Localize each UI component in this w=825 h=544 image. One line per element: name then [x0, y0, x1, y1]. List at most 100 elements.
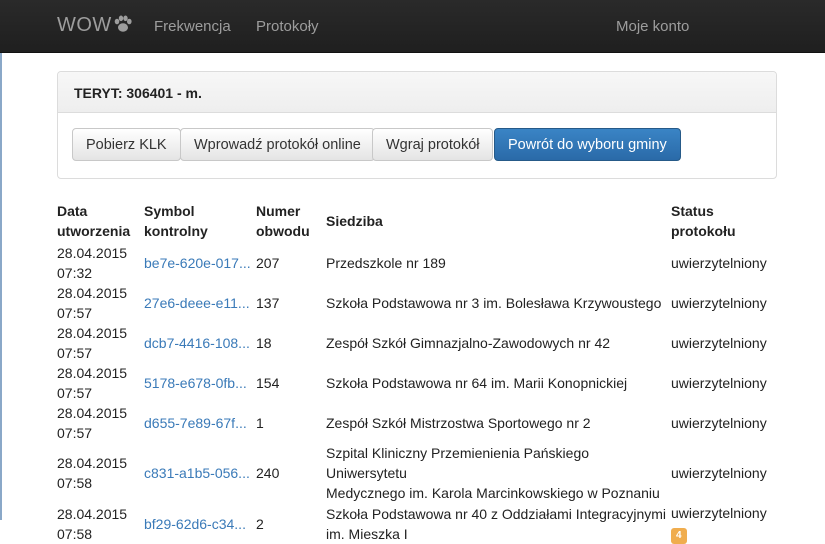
cell-date-day: 28.04.2015	[57, 455, 128, 471]
cell-symbol-link[interactable]: dcb7-4416-108...	[144, 323, 256, 363]
paw-icon	[113, 15, 133, 39]
nav-my-account[interactable]: Moje konto	[616, 18, 689, 35]
table-header-row: Data utworzenia Symbol kontrolny Numer obwo…	[57, 197, 781, 243]
cell-status: uwierzytelniony	[671, 283, 781, 323]
cell-date: 28.04.2015 07:57	[57, 323, 144, 363]
table-row: 28.04.2015 07:57 d655-7e89-67f... 1 Zespół S…	[57, 403, 781, 443]
cell-seat-line: Medycznego im. Karola Marcinkowskiego w …	[326, 485, 660, 501]
cell-date: 28.04.2015 07:57	[57, 403, 144, 443]
cell-symbol-link[interactable]: 27e6-deee-e11...	[144, 283, 256, 323]
download-klk-button[interactable]: Pobierz KLK	[72, 128, 181, 161]
cell-status-text: uwierzytelniony	[671, 295, 767, 311]
back-to-municipality-button[interactable]: Powrót do wyboru gminy	[494, 128, 681, 161]
cell-date: 28.04.2015 07:57	[57, 363, 144, 403]
cell-status-text: uwierzytelniony	[671, 255, 767, 271]
cell-number: 18	[256, 335, 272, 351]
cell-status: uwierzytelniony 4	[671, 503, 781, 544]
top-navbar: WOW Frekwencja Protokoły Moje konto	[0, 0, 825, 53]
nav-frekwencja[interactable]: Frekwencja	[154, 18, 231, 35]
cell-date-time: 07:58	[57, 525, 93, 542]
header-status-line1: Status	[671, 203, 714, 219]
cell-symbol-link[interactable]: 5178-e678-0fb...	[144, 363, 256, 403]
cell-seat-line: Szpital Kliniczny Przemienienia Pańskieg…	[326, 445, 590, 481]
header-status: Status protokołu	[671, 197, 781, 243]
cell-seat: Szkoła Podstawowa nr 3 im. Bolesława Krz…	[326, 283, 671, 323]
cell-date-day: 28.04.2015	[57, 245, 128, 261]
table-row: 28.04.2015 07:58 bf29-62d6-c34... 2 Szkoła P…	[57, 503, 781, 544]
cell-status-text: uwierzytelniony	[671, 375, 767, 391]
cell-number: 154	[256, 375, 280, 391]
cell-date-time: 07:57	[57, 345, 93, 361]
cell-seat-line: im. Mieszka I	[326, 525, 408, 542]
header-number: Numer obwodu	[256, 197, 326, 243]
cell-seat: Zespół Szkół Mistrzostwa Sportowego nr 2	[326, 403, 671, 443]
header-date: Data utworzenia	[57, 197, 144, 243]
cell-status: uwierzytelniony	[671, 323, 781, 363]
nav-protokoly[interactable]: Protokoły	[256, 18, 319, 35]
header-symbol-line1: Symbol	[144, 203, 195, 219]
enter-protocol-online-button[interactable]: Wprowadź protokół online	[180, 128, 375, 161]
cell-date-day: 28.04.2015	[57, 405, 128, 421]
cell-number: 2	[256, 515, 264, 532]
cell-date-time: 07:57	[57, 385, 93, 401]
cell-date: 28.04.2015 07:58	[57, 503, 144, 544]
header-number-line2: obwodu	[256, 223, 310, 239]
cell-seat-line: Zespół Szkół Gimnazjalno-Zawodowych nr 4…	[326, 335, 611, 351]
header-number-line1: Numer	[256, 203, 301, 219]
cell-seat: Szkoła Podstawowa nr 64 im. Marii Konopn…	[326, 363, 671, 403]
cell-symbol-link[interactable]: be7e-620e-017...	[144, 243, 256, 283]
table-row: 28.04.2015 07:58 c831-a1b5-056... 240 Szpita…	[57, 443, 781, 503]
cell-date-time: 07:58	[57, 475, 93, 491]
header-symbol-line2: kontrolny	[144, 223, 208, 239]
table-row: 28.04.2015 07:32 be7e-620e-017... 207 Przeds…	[57, 243, 781, 283]
cell-seat-line: Szkoła Podstawowa nr 3 im. Bolesława Krz…	[326, 295, 662, 311]
header-status-line2: protokołu	[671, 223, 736, 239]
cell-date-day: 28.04.2015	[57, 365, 128, 381]
protocols-table: Data utworzenia Symbol kontrolny Numer obwo…	[57, 197, 781, 544]
brand-logo[interactable]: WOW	[57, 14, 133, 39]
cell-number: 207	[256, 255, 280, 271]
cell-seat: Przedszkole nr 189	[326, 243, 671, 283]
cell-status: uwierzytelniony	[671, 363, 781, 403]
cell-seat: Szpital Kliniczny Przemienienia Pańskieg…	[326, 443, 671, 503]
cell-seat-line: Przedszkole nr 189	[326, 255, 446, 271]
cell-symbol-link[interactable]: c831-a1b5-056...	[144, 443, 256, 503]
cell-seat: Zespół Szkół Gimnazjalno-Zawodowych nr 4…	[326, 323, 671, 363]
cell-status-text: uwierzytelniony	[671, 415, 767, 431]
panel-header: TERYT: 306401 - m.	[58, 72, 776, 113]
header-seat: Siedziba	[326, 213, 383, 229]
table-row: 28.04.2015 07:57 27e6-deee-e11... 137 Szkoła…	[57, 283, 781, 323]
cell-seat: Szkoła Podstawowa nr 40 z Oddziałami Int…	[326, 503, 671, 544]
cell-date-day: 28.04.2015	[57, 325, 128, 341]
header-date-line2: utworzenia	[57, 223, 131, 239]
window-edge	[0, 0, 2, 520]
cell-status: uwierzytelniony	[671, 243, 781, 283]
cell-date: 28.04.2015 07:32	[57, 243, 144, 283]
cell-date-time: 07:32	[57, 265, 93, 281]
table-row: 28.04.2015 07:57 5178-e678-0fb... 154 Szkoła…	[57, 363, 781, 403]
cell-date-time: 07:57	[57, 425, 93, 441]
cell-number: 1	[256, 415, 264, 431]
cell-seat-line: Zespół Szkół Mistrzostwa Sportowego nr 2	[326, 415, 591, 431]
cell-date: 28.04.2015 07:57	[57, 283, 144, 323]
cell-date-time: 07:57	[57, 305, 93, 321]
cell-number: 137	[256, 295, 280, 311]
header-date-line1: Data	[57, 203, 88, 219]
cell-symbol-link[interactable]: bf29-62d6-c34...	[144, 503, 256, 544]
cell-status: uwierzytelniony	[671, 403, 781, 443]
table-body: 28.04.2015 07:32 be7e-620e-017... 207 Przeds…	[57, 243, 781, 544]
teryt-panel: TERYT: 306401 - m. Pobierz KLK Wprowadź …	[57, 71, 777, 179]
cell-status-text: uwierzytelniony	[671, 335, 767, 351]
cell-date-day: 28.04.2015	[57, 505, 128, 522]
cell-seat-line: Szkoła Podstawowa nr 40 z Oddziałami Int…	[326, 505, 667, 522]
cell-date: 28.04.2015 07:58	[57, 443, 144, 503]
cell-status-text: uwierzytelniony	[671, 465, 767, 481]
cell-symbol-link[interactable]: d655-7e89-67f...	[144, 403, 256, 443]
panel-title: TERYT: 306401 - m.	[74, 85, 202, 101]
header-symbol: Symbol kontrolny	[144, 197, 256, 243]
cell-number: 240	[256, 465, 280, 481]
upload-protocol-button[interactable]: Wgraj protokół	[372, 128, 494, 161]
cell-seat-line: Szkoła Podstawowa nr 64 im. Marii Konopn…	[326, 375, 628, 391]
cell-status-text: uwierzytelniony	[671, 505, 767, 521]
cell-status: uwierzytelniony	[671, 443, 781, 503]
